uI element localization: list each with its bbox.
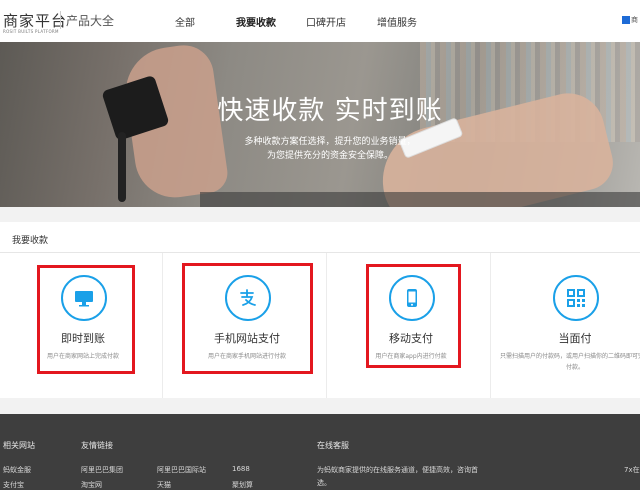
nav-koubei-store[interactable]: 口碑开店 bbox=[306, 14, 346, 29]
top-header: 商家平台 ROSIT BUILTS PLATFORM 产品大全 全部 我要收款 … bbox=[0, 0, 640, 42]
footer-link-tmall[interactable]: 天猫 bbox=[157, 480, 171, 490]
highlight-box-mobile-payment bbox=[366, 264, 461, 368]
page-footer: 相关网站 蚂蚁金服 支付宝 友情链接 阿里巴巴集团 阿里巴巴国际站 1688 淘… bbox=[0, 414, 640, 490]
banner-subtitle-line-2: 为您提供充分的资金安全保障。 bbox=[266, 151, 393, 161]
product-description: 只需扫描用户的付款码，或用户扫描你的二维码即可完成付款。 bbox=[499, 353, 640, 371]
footer-friend-links-title: 友情链接 bbox=[81, 441, 113, 450]
logo-divider bbox=[60, 11, 61, 29]
logo-subtitle: ROSIT BUILTS PLATFORM bbox=[3, 29, 59, 34]
footer-link-alibaba-intl[interactable]: 阿里巴巴国际站 bbox=[157, 465, 206, 475]
hero-banner: 快速收款 实时到账 多种收款方案任选择，提升您的业务销量， 为您提供充分的资金安… bbox=[0, 42, 640, 207]
header-right-text[interactable]: 商 bbox=[631, 15, 638, 25]
product-name: 当面付 bbox=[558, 332, 592, 345]
footer-related-sites-title: 相关网站 bbox=[3, 441, 35, 450]
nav-collect-payment[interactable]: 我要收款 bbox=[236, 14, 276, 29]
footer-link-alipay[interactable]: 支付宝 bbox=[3, 480, 24, 490]
qr-code-icon bbox=[553, 275, 599, 321]
footer-link-taobao[interactable]: 淘宝网 bbox=[81, 480, 102, 490]
nav-value-added-services[interactable]: 增值服务 bbox=[377, 14, 417, 29]
merchant-icon[interactable] bbox=[622, 16, 630, 24]
footer-online-service-text-2: 选。 bbox=[317, 479, 331, 487]
logo-title[interactable]: 商家平台 bbox=[3, 10, 67, 31]
footer-link-juhuasuan[interactable]: 聚划算 bbox=[232, 480, 253, 490]
highlight-box-instant-arrival bbox=[37, 265, 135, 374]
footer-online-service-title: 在线客服 bbox=[317, 441, 349, 450]
product-card-face-to-face-pay[interactable]: 当面付 只需扫描用户的付款码，或用户扫描你的二维码即可完成付款。 bbox=[495, 253, 640, 398]
footer-link-1688[interactable]: 1688 bbox=[232, 465, 250, 473]
highlight-box-mobile-web-pay bbox=[182, 263, 313, 374]
counter-image bbox=[200, 192, 640, 207]
nav-all[interactable]: 全部 bbox=[175, 14, 195, 29]
footer-link-alibaba-group[interactable]: 阿里巴巴集团 bbox=[81, 465, 123, 475]
product-catalog-title[interactable]: 产品大全 bbox=[66, 12, 114, 29]
footer-link-antfin[interactable]: 蚂蚁金服 bbox=[3, 465, 31, 475]
banner-subtitle-line-1: 多种收款方案任选择，提升您的业务销量， bbox=[244, 137, 416, 147]
section-title: 我要收款 bbox=[12, 236, 49, 246]
banner-title: 快速收款 实时到账 bbox=[217, 96, 443, 126]
footer-online-service-text-1: 为蚂蚁商家提供的在线服务通道，便捷高效，咨询首 bbox=[317, 466, 478, 474]
footer-right-text[interactable]: 7x在线 bbox=[624, 465, 640, 475]
